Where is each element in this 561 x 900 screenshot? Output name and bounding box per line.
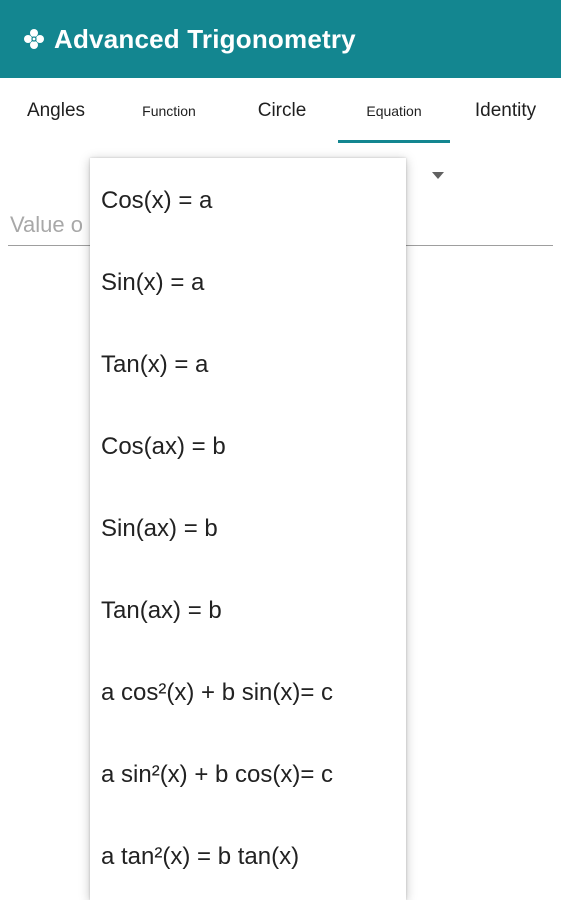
app-bar: Advanced Trigonometry: [0, 0, 561, 78]
tab-identity[interactable]: Identity: [450, 78, 561, 144]
dropdown-item[interactable]: a sin²(x) + b cos(x)= c: [90, 734, 406, 816]
tab-angles[interactable]: Angles: [0, 78, 112, 144]
app-title: Advanced Trigonometry: [54, 23, 356, 54]
equation-dropdown-menu: Cos(x) = a Sin(x) = a Tan(x) = a Cos(ax)…: [90, 158, 406, 900]
dropdown-item[interactable]: Tan(ax) = b: [90, 570, 406, 652]
flower-icon: [22, 27, 46, 51]
dropdown-item[interactable]: Cos(ax) = b: [90, 406, 406, 488]
value-input-placeholder: Value o: [10, 212, 83, 237]
tab-equation[interactable]: Equation: [338, 78, 450, 144]
dropdown-item[interactable]: a tan²(x) = b tan(x): [90, 816, 406, 898]
tab-circle[interactable]: Circle: [226, 78, 338, 144]
dropdown-item[interactable]: a cos²(x) + b sin(x)= c: [90, 652, 406, 734]
dropdown-item[interactable]: Cos(x) = a: [90, 160, 406, 242]
dropdown-item[interactable]: Sin(ax) = b: [90, 488, 406, 570]
dropdown-arrow-icon[interactable]: [432, 172, 444, 179]
dropdown-item[interactable]: Sin(x) = a: [90, 242, 406, 324]
tab-function[interactable]: Function: [112, 78, 226, 144]
tab-bar: Angles Function Circle Equation Identity: [0, 78, 561, 144]
selected-tab-indicator: [338, 140, 450, 143]
dropdown-item[interactable]: Tan(x) = a: [90, 324, 406, 406]
